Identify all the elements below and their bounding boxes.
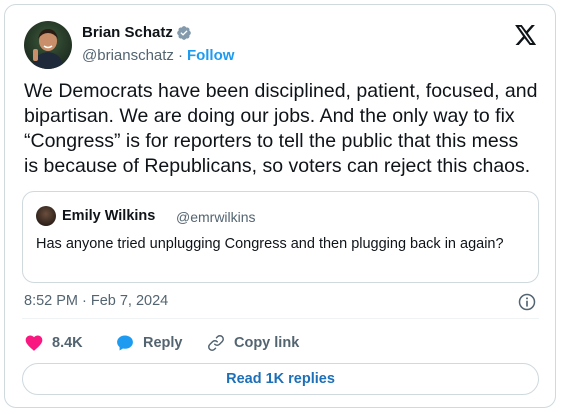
heart-icon <box>25 335 43 351</box>
separator-dot: · <box>177 47 183 64</box>
info-icon[interactable] <box>517 292 537 312</box>
link-icon <box>208 335 224 351</box>
author-handle-row: @brianschatz · Follow <box>82 47 234 64</box>
quoted-author-avatar <box>36 206 56 226</box>
like-count: 8.4K <box>52 335 83 351</box>
quoted-author-handle: @emrwilkins <box>176 209 256 225</box>
read-replies-button[interactable]: Read 1K replies <box>22 363 539 395</box>
reply-button[interactable]: Reply <box>115 331 183 355</box>
author-handle[interactable]: @brianschatz <box>82 47 174 64</box>
tweet-date: Feb 7, 2024 <box>90 293 169 309</box>
divider <box>22 318 539 319</box>
quoted-author-name: Emily Wilkins <box>62 208 156 224</box>
tweet-card: Brian Schatz @brianschatz · Follow We Demo… <box>4 4 556 408</box>
quoted-tweet-text: Has anyone tried unplugging Congress and… <box>36 236 504 252</box>
timestamp-separator: · <box>82 293 87 309</box>
reply-bubble-icon <box>117 335 133 351</box>
follow-button[interactable]: Follow <box>187 47 235 64</box>
tweet-actions: 8.4K Reply Copy link <box>24 331 539 355</box>
x-logo-icon[interactable] <box>515 25 537 45</box>
verified-badge-icon <box>177 26 191 40</box>
author-avatar[interactable] <box>24 21 72 69</box>
copy-link-button[interactable]: Copy link <box>206 331 299 355</box>
tweet-timestamp[interactable]: 8:52 PM · Feb 7, 2024 <box>24 293 168 309</box>
quoted-tweet[interactable]: Emily Wilkins @emrwilkins Has anyone tri… <box>22 191 539 283</box>
author-name[interactable]: Brian Schatz <box>82 24 173 41</box>
copy-link-label: Copy link <box>234 335 300 351</box>
reply-label: Reply <box>143 335 183 351</box>
like-button[interactable]: 8.4K <box>24 331 83 355</box>
tweet-time: 8:52 PM <box>24 293 78 309</box>
tweet-text: We Democrats have been disciplined, pati… <box>24 80 538 177</box>
